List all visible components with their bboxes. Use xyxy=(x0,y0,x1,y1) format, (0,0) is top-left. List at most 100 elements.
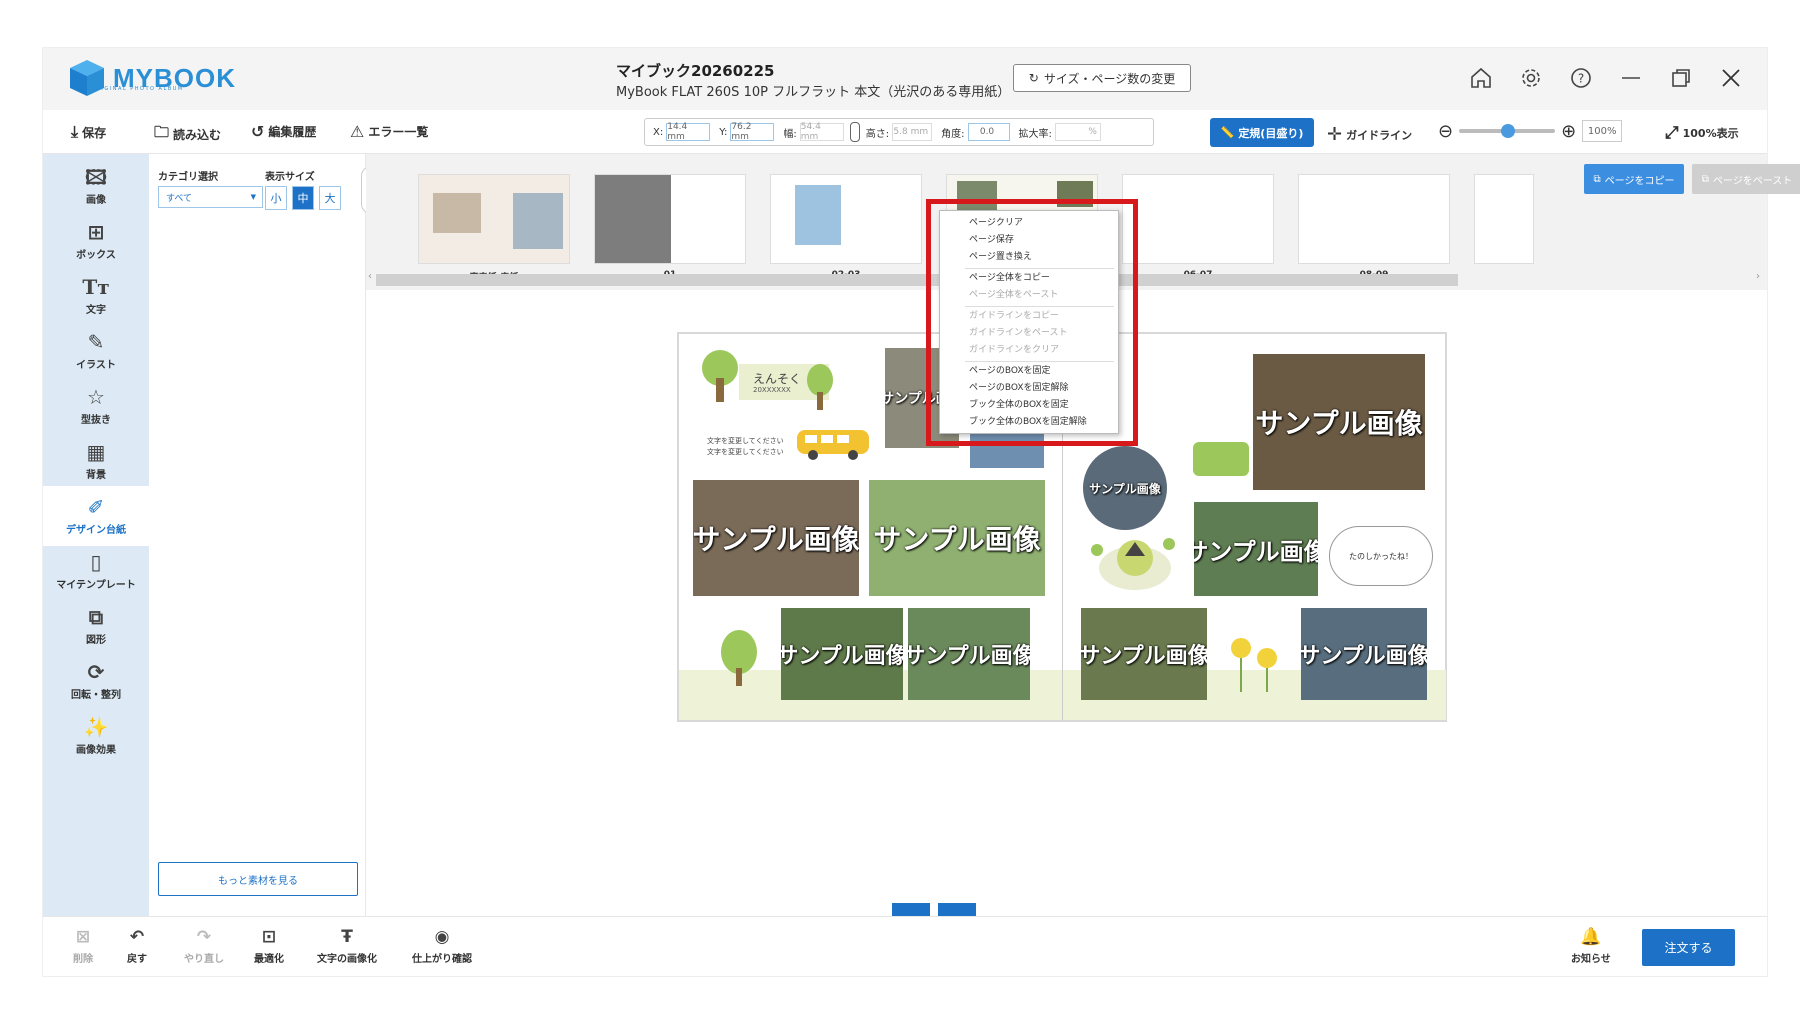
optimize-label: 最適化 xyxy=(254,954,284,965)
ruler-icon: 📏 xyxy=(1220,126,1235,139)
thumb-page-08-09[interactable] xyxy=(1298,174,1450,264)
bell-icon: 🔔 xyxy=(1580,927,1602,947)
material-panel: カテゴリ選択 表示サイズ すべて ▼ 小 中 大 もっと素材を見る xyxy=(149,154,366,916)
help-icon[interactable]: ? xyxy=(1567,64,1595,92)
sidebar-item-effect[interactable]: ✨ 画像効果 xyxy=(43,706,149,766)
thumb-cover[interactable] xyxy=(418,174,570,264)
sidebar-item-design[interactable]: ✐ デザイン台紙 xyxy=(43,486,149,546)
size-small-button[interactable]: 小 xyxy=(265,186,287,210)
chevron-down-icon: ▼ xyxy=(250,193,256,201)
save-label: 保存 xyxy=(82,125,107,140)
y-field[interactable]: 76.2 mm xyxy=(730,122,775,142)
error-list-button[interactable]: ⚠ エラー一覧 xyxy=(350,122,428,141)
gear-icon[interactable] xyxy=(1517,64,1545,92)
logo-subtitle: ORIGINAL PHOTO ALBUM xyxy=(91,86,184,92)
close-icon[interactable] xyxy=(1717,64,1745,92)
photo-placeholder-circle[interactable]: サンプル画像 xyxy=(1083,446,1167,530)
zoom-value[interactable]: 100% xyxy=(1582,120,1623,142)
fit-100-button[interactable]: ⤢ 100%表示 xyxy=(1665,123,1739,143)
change-size-button[interactable]: ↻ サイズ・ページ数の変更 xyxy=(1013,64,1191,92)
sidebar-item-shape[interactable]: ⧉ 図形 xyxy=(43,596,149,656)
sidebar-item-image[interactable]: 🖾 画像 xyxy=(43,156,149,216)
scale-field[interactable]: % xyxy=(1054,123,1101,141)
history-button[interactable]: ↺ 編集履歴 xyxy=(251,122,316,141)
home-icon[interactable] xyxy=(1467,64,1495,92)
delete-label: 削除 xyxy=(73,954,93,965)
thumb-page-next[interactable] xyxy=(1474,174,1534,264)
zoom-out-icon[interactable]: ⊖ xyxy=(1438,121,1453,142)
zoom-slider-knob[interactable] xyxy=(1501,124,1516,138)
photo-placeholder[interactable]: サンプル画像 xyxy=(781,608,903,700)
save-button[interactable]: ⤓ 保存 xyxy=(71,122,106,142)
preview-button[interactable]: ◉ 仕上がり確認 xyxy=(412,927,472,965)
redo-icon: ↷ xyxy=(196,927,212,947)
photo-placeholder[interactable]: サンプル画像 xyxy=(1081,608,1207,700)
notice-button[interactable]: 🔔 お知らせ xyxy=(1571,927,1611,965)
rotate-icon: ⟳ xyxy=(87,660,105,684)
bus-illust xyxy=(797,430,869,460)
sidebar-item-cutout[interactable]: ☆ 型抜き xyxy=(43,376,149,436)
sidebar-item-text[interactable]: Tт 文字 xyxy=(43,266,149,326)
more-materials-button[interactable]: もっと素材を見る xyxy=(158,862,358,896)
category-value: すべて xyxy=(166,193,193,204)
thumb-page-06-07[interactable] xyxy=(1122,174,1274,264)
sidebar-item-rotate[interactable]: ⟳ 回転・整列 xyxy=(43,651,149,711)
photo-placeholder[interactable]: サンプル画像 xyxy=(869,480,1045,596)
optimize-icon: ⊡ xyxy=(261,927,277,947)
sidebar-item-template[interactable]: ▯ マイテンプレート xyxy=(43,541,149,601)
optimize-button[interactable]: ⊡ 最適化 xyxy=(254,927,284,965)
zoom-in-icon[interactable]: ⊕ xyxy=(1561,121,1576,142)
strip-scrollbar[interactable] xyxy=(376,274,1458,286)
sidebar-label: 図形 xyxy=(86,635,106,646)
guideline-button[interactable]: ✛ ガイドライン xyxy=(1327,124,1412,145)
sidebar-item-box[interactable]: ⊞ ボックス xyxy=(43,211,149,271)
size-medium-button[interactable]: 中 xyxy=(292,186,314,210)
document-title: マイブック20260225 xyxy=(616,62,775,80)
category-select[interactable]: すべて ▼ xyxy=(158,186,263,208)
zoom-slider[interactable] xyxy=(1459,124,1556,138)
redo-button[interactable]: ↷ やり直し xyxy=(184,927,224,965)
height-field[interactable]: 5.8 mm xyxy=(892,123,933,141)
scroll-left-icon[interactable]: ‹ xyxy=(368,271,372,282)
category-label: カテゴリ選択 xyxy=(158,172,218,183)
thumb-page-01[interactable] xyxy=(594,174,746,264)
photo-placeholder[interactable]: サンプル画像 xyxy=(693,480,859,596)
angle-field[interactable]: 0.0 xyxy=(967,123,1010,141)
logo: MYBOOK xyxy=(67,58,236,98)
photo-placeholder[interactable]: サンプル画像 xyxy=(1301,608,1427,700)
link-icon[interactable] xyxy=(849,122,860,142)
copy-page-button[interactable]: ⧉ ページをコピー xyxy=(1584,164,1684,194)
undo-button[interactable]: ↶ 戻す xyxy=(127,927,147,965)
width-field[interactable]: 54.4 mm xyxy=(799,122,844,142)
toolbar: ⤓ 保存 🗀 読み込む ↺ 編集履歴 ⚠ エラー一覧 X: 14.4 mm Y: 76.… xyxy=(43,110,1767,154)
minimize-icon[interactable] xyxy=(1617,64,1645,92)
box-icon: ⊞ xyxy=(87,220,105,244)
ensoku-title: えんそく xyxy=(753,372,802,386)
thumb-page-02-03[interactable] xyxy=(770,174,922,264)
text-to-image-button[interactable]: Ŧ 文字の画像化 xyxy=(317,927,377,965)
sidebar-item-background[interactable]: ▦ 背景 xyxy=(43,431,149,491)
highlight-box xyxy=(926,199,1138,446)
paste-page-button[interactable]: ⧉ ページをペースト xyxy=(1692,164,1800,194)
photo-placeholder[interactable]: サンプル画像 xyxy=(908,608,1030,700)
bag-illust xyxy=(1193,442,1249,476)
photo-placeholder[interactable]: サンプル画像 xyxy=(1253,354,1425,490)
image-add-icon: 🖾 xyxy=(85,165,107,189)
preview-label: 仕上がり確認 xyxy=(412,954,472,965)
tree-illust xyxy=(807,364,833,410)
paste-page-label: ページをペースト xyxy=(1712,175,1793,187)
delete-button[interactable]: ⊠ 削除 xyxy=(73,927,93,965)
history-icon: ↺ xyxy=(251,122,265,141)
ruler-button[interactable]: 📏 定規(目盛り) xyxy=(1210,118,1314,147)
x-field[interactable]: 14.4 mm xyxy=(666,122,711,142)
folder-icon: 🗀 xyxy=(154,123,170,141)
order-button[interactable]: 注文する xyxy=(1642,929,1735,966)
load-button[interactable]: 🗀 読み込む xyxy=(154,122,221,147)
scroll-right-icon[interactable]: › xyxy=(1756,271,1760,282)
restore-icon[interactable] xyxy=(1667,64,1695,92)
size-large-button[interactable]: 大 xyxy=(319,186,341,210)
undo-icon: ↶ xyxy=(129,927,145,947)
sidebar-item-illust[interactable]: ✎ イラスト xyxy=(43,321,149,381)
sidebar-label: イラスト xyxy=(76,360,116,371)
photo-placeholder[interactable]: サンプル画像 xyxy=(1194,502,1318,596)
